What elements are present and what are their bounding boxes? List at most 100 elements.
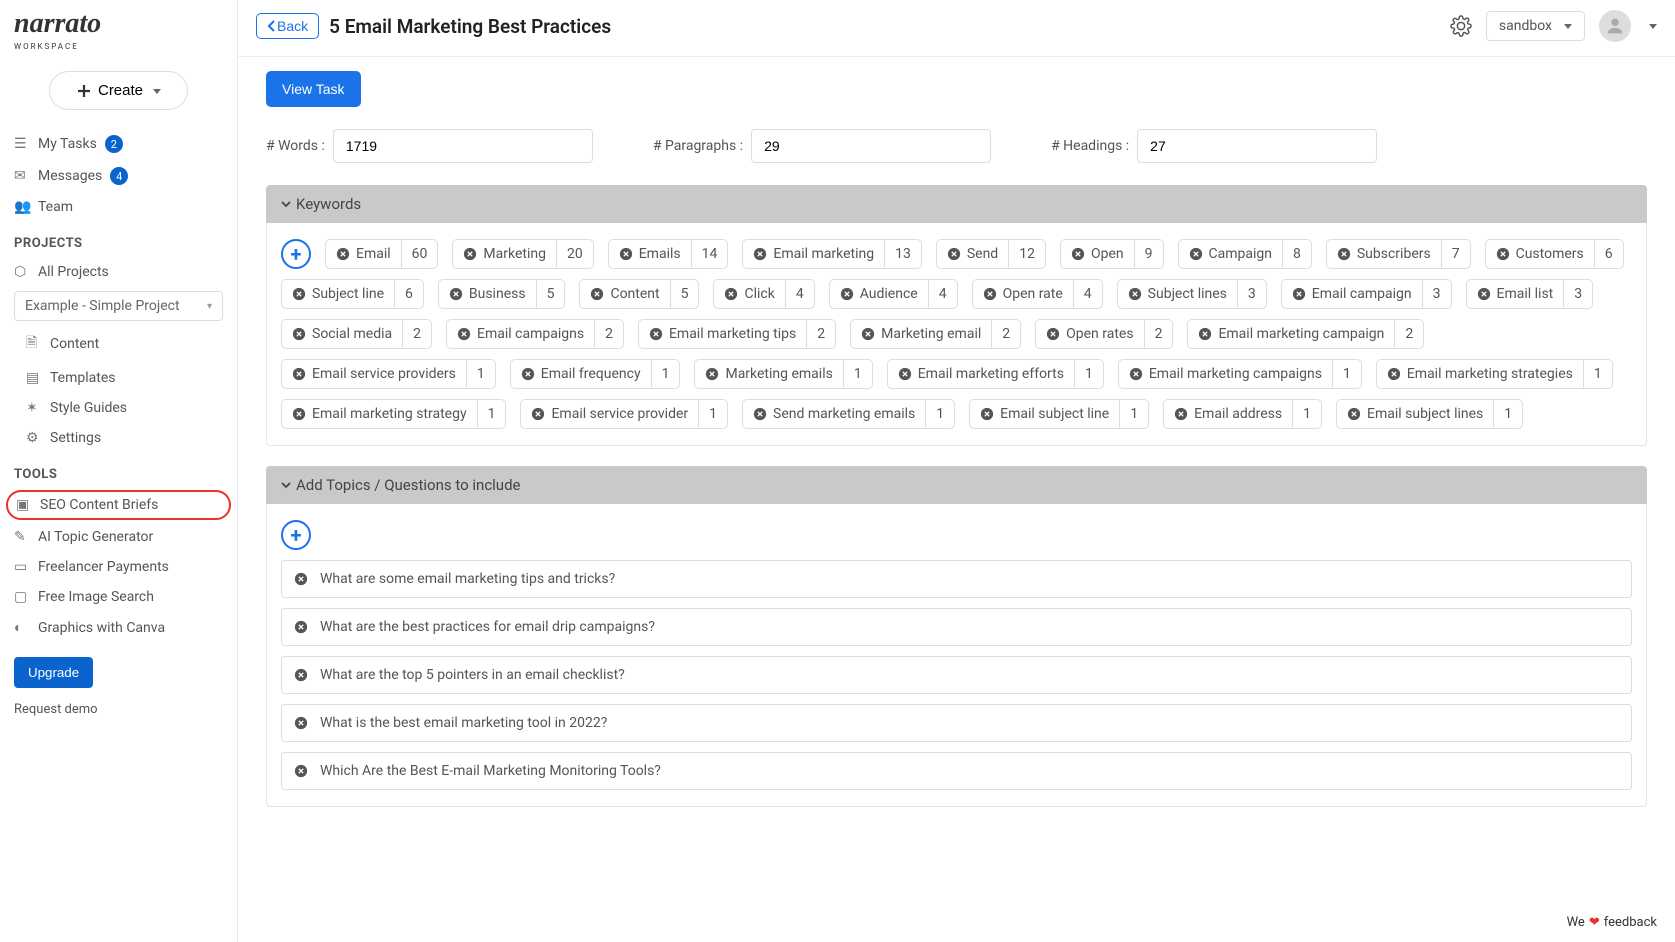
remove-keyword-button[interactable] bbox=[292, 287, 306, 301]
remove-topic-button[interactable] bbox=[294, 668, 308, 682]
remove-keyword-button[interactable] bbox=[1129, 367, 1143, 381]
create-label: Create bbox=[98, 82, 143, 99]
plus-icon bbox=[76, 83, 92, 99]
sidebar-item-content[interactable]: 🗎 Content bbox=[0, 325, 237, 363]
remove-keyword-button[interactable] bbox=[590, 287, 604, 301]
remove-keyword-button[interactable] bbox=[457, 327, 471, 341]
keyword-text: Email marketing campaign bbox=[1218, 326, 1384, 342]
page-title: 5 Email Marketing Best Practices bbox=[329, 15, 611, 38]
sidebar-item-canva[interactable]: ◐ Graphics with Canva bbox=[0, 612, 237, 643]
remove-keyword-button[interactable] bbox=[449, 287, 463, 301]
remove-keyword-button[interactable] bbox=[1189, 247, 1203, 261]
add-topic-button[interactable]: + bbox=[281, 520, 311, 550]
back-button[interactable]: Back bbox=[256, 13, 319, 39]
keyword-text: Email marketing strategy bbox=[312, 406, 467, 422]
sidebar-item-ai-topic[interactable]: ✎ AI Topic Generator bbox=[0, 522, 237, 552]
environment-select[interactable]: sandbox bbox=[1486, 11, 1585, 41]
remove-keyword-button[interactable] bbox=[619, 247, 633, 261]
avatar[interactable] bbox=[1599, 10, 1631, 42]
remove-keyword-button[interactable] bbox=[531, 407, 545, 421]
templates-label: Templates bbox=[50, 370, 116, 386]
sidebar-item-messages[interactable]: ✉ Messages 4 bbox=[0, 160, 237, 192]
sidebar-item-templates[interactable]: ▤ Templates bbox=[0, 363, 237, 393]
keywords-panel-header[interactable]: Keywords bbox=[266, 185, 1647, 223]
remove-keyword-button[interactable] bbox=[649, 327, 663, 341]
settings-icon[interactable] bbox=[1450, 15, 1472, 37]
remove-keyword-button[interactable] bbox=[724, 287, 738, 301]
keyword-chip: Subject line6 bbox=[281, 279, 424, 309]
remove-keyword-button[interactable] bbox=[1128, 287, 1142, 301]
sidebar-item-seo-briefs[interactable]: ▣ SEO Content Briefs bbox=[6, 490, 231, 520]
keyword-count: 1 bbox=[651, 360, 680, 388]
remove-keyword-button[interactable] bbox=[1477, 287, 1491, 301]
remove-keyword-button[interactable] bbox=[1337, 247, 1351, 261]
keyword-count: 1 bbox=[698, 400, 727, 428]
sidebar-item-style-guides[interactable]: ✶ Style Guides bbox=[0, 393, 237, 423]
keyword-count: 3 bbox=[1237, 280, 1266, 308]
remove-keyword-button[interactable] bbox=[1174, 407, 1188, 421]
add-keyword-button[interactable]: + bbox=[281, 239, 311, 269]
keyword-count: 2 bbox=[594, 320, 623, 348]
sidebar-item-my-tasks[interactable]: ☰ My Tasks 2 bbox=[0, 128, 237, 160]
remove-keyword-button[interactable] bbox=[1198, 327, 1212, 341]
remove-topic-button[interactable] bbox=[294, 716, 308, 730]
chevron-down-icon bbox=[149, 82, 161, 99]
paragraphs-label: # Paragraphs : bbox=[653, 138, 743, 154]
remove-topic-button[interactable] bbox=[294, 764, 308, 778]
sidebar-item-settings[interactable]: ⚙ Settings bbox=[0, 423, 237, 453]
sidebar-item-team[interactable]: 👥 Team bbox=[0, 192, 237, 222]
remove-keyword-button[interactable] bbox=[463, 247, 477, 261]
keyword-text: Email marketing bbox=[773, 246, 874, 262]
feedback-link[interactable]: We ❤ feedback bbox=[1567, 915, 1657, 930]
remove-keyword-button[interactable] bbox=[336, 247, 350, 261]
chevron-down-icon: ▾ bbox=[207, 301, 212, 312]
request-demo-link[interactable]: Request demo bbox=[0, 698, 237, 721]
keyword-chip: Marketing email2 bbox=[850, 319, 1021, 349]
create-button[interactable]: Create bbox=[49, 71, 188, 110]
remove-keyword-button[interactable] bbox=[1496, 247, 1510, 261]
view-task-button[interactable]: View Task bbox=[266, 71, 361, 107]
remove-keyword-button[interactable] bbox=[292, 367, 306, 381]
remove-keyword-button[interactable] bbox=[753, 247, 767, 261]
sidebar-item-all-projects[interactable]: ⬡ All Projects bbox=[0, 257, 237, 287]
topics-panel-header[interactable]: Add Topics / Questions to include bbox=[266, 466, 1647, 504]
keyword-count: 14 bbox=[691, 240, 728, 268]
remove-keyword-button[interactable] bbox=[753, 407, 767, 421]
remove-keyword-button[interactable] bbox=[947, 247, 961, 261]
keywords-header-label: Keywords bbox=[296, 195, 361, 213]
remove-keyword-button[interactable] bbox=[980, 407, 994, 421]
remove-keyword-button[interactable] bbox=[1292, 287, 1306, 301]
keyword-text: Email campaigns bbox=[477, 326, 584, 342]
image-icon: ▢ bbox=[14, 589, 30, 605]
keyword-chip: Email service provider1 bbox=[520, 399, 728, 429]
remove-keyword-button[interactable] bbox=[1347, 407, 1361, 421]
keyword-label: Email marketing campaigns bbox=[1119, 360, 1332, 388]
upgrade-button[interactable]: Upgrade bbox=[14, 657, 93, 688]
keyword-count: 4 bbox=[785, 280, 814, 308]
keyword-text: Audience bbox=[860, 286, 918, 302]
remove-keyword-button[interactable] bbox=[983, 287, 997, 301]
remove-keyword-button[interactable] bbox=[1071, 247, 1085, 261]
remove-keyword-button[interactable] bbox=[861, 327, 875, 341]
paragraphs-input[interactable] bbox=[751, 129, 991, 163]
remove-keyword-button[interactable] bbox=[1387, 367, 1401, 381]
remove-keyword-button[interactable] bbox=[840, 287, 854, 301]
keyword-label: Social media bbox=[282, 320, 402, 348]
keyword-text: Customers bbox=[1516, 246, 1584, 262]
topic-row: What is the best email marketing tool in… bbox=[281, 704, 1632, 742]
remove-keyword-button[interactable] bbox=[521, 367, 535, 381]
sidebar-item-freelancer-payments[interactable]: ▭ Freelancer Payments bbox=[0, 552, 237, 582]
remove-keyword-button[interactable] bbox=[705, 367, 719, 381]
project-select[interactable]: Example - Simple Project ▾ bbox=[14, 291, 223, 321]
keyword-text: Email address bbox=[1194, 406, 1282, 422]
remove-keyword-button[interactable] bbox=[1046, 327, 1060, 341]
keyword-label: Email marketing strategies bbox=[1377, 360, 1583, 388]
words-input[interactable] bbox=[333, 129, 593, 163]
remove-topic-button[interactable] bbox=[294, 620, 308, 634]
sidebar-item-free-image-search[interactable]: ▢ Free Image Search bbox=[0, 582, 237, 612]
remove-keyword-button[interactable] bbox=[898, 367, 912, 381]
headings-input[interactable] bbox=[1137, 129, 1377, 163]
remove-keyword-button[interactable] bbox=[292, 407, 306, 421]
remove-keyword-button[interactable] bbox=[292, 327, 306, 341]
remove-topic-button[interactable] bbox=[294, 572, 308, 586]
